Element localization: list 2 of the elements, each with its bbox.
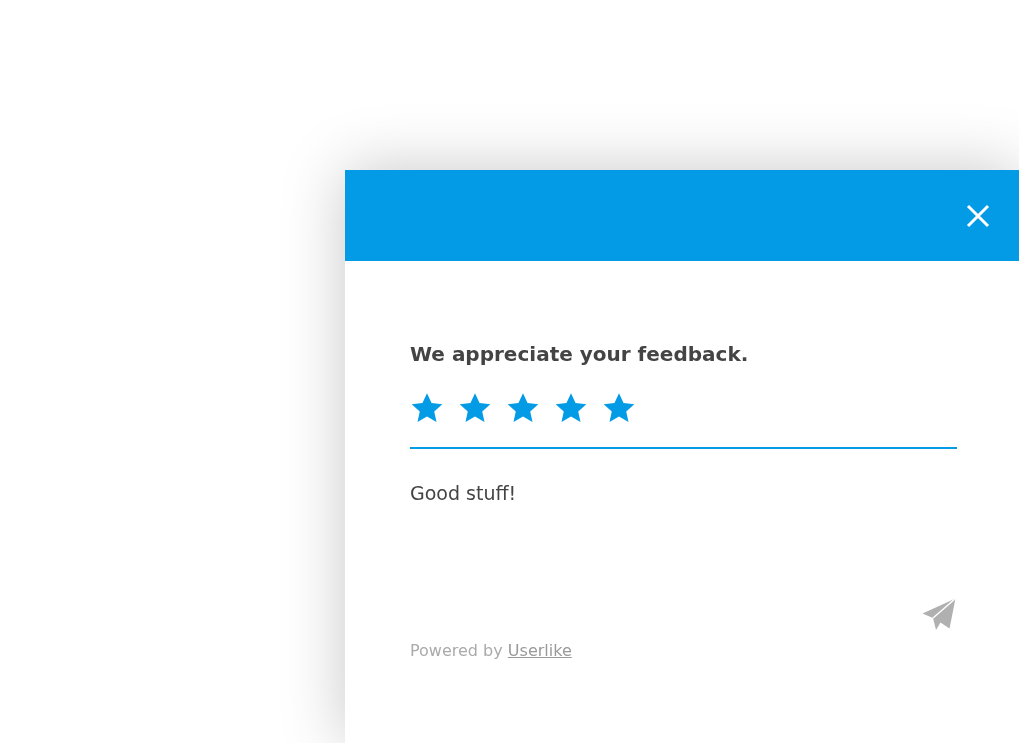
powered-by-text: Powered by Userlike — [410, 640, 573, 662]
feedback-heading: We appreciate your feedback. — [410, 341, 750, 368]
